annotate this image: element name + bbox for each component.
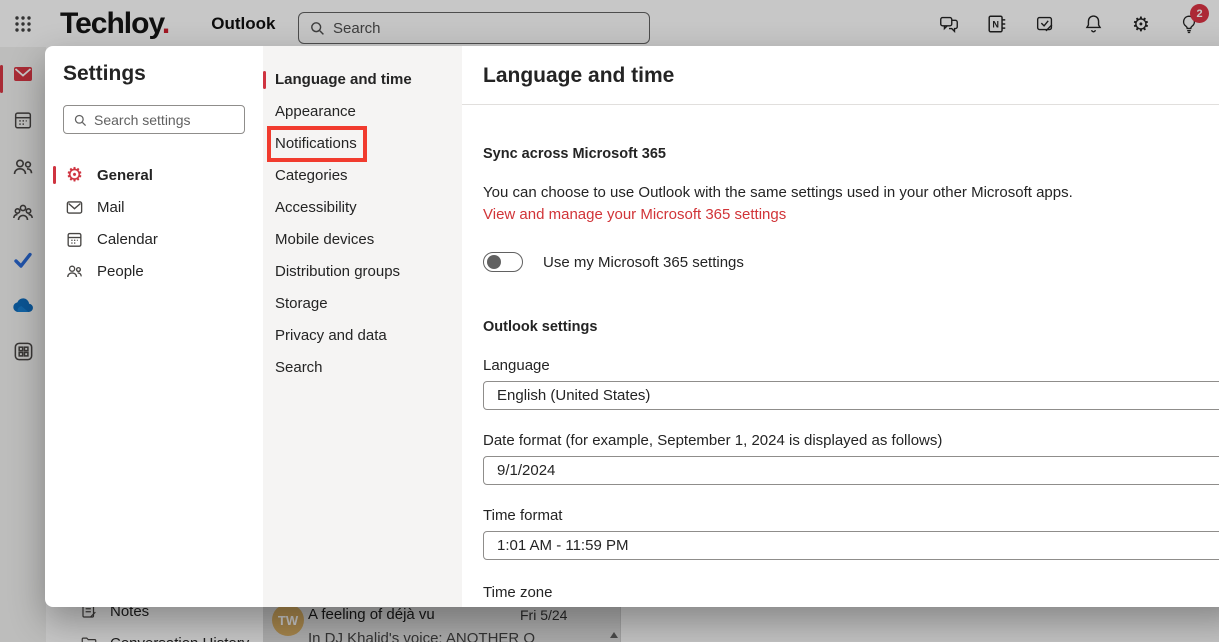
settings-nav-column: Settings ⚙ General <box>45 46 263 607</box>
settings-category-column: Language and time Appearance Notificatio… <box>263 46 462 607</box>
category-label: Categories <box>275 167 348 184</box>
sync-section-title: Sync across Microsoft 365 <box>483 146 666 162</box>
date-format-select[interactable]: 9/1/2024 <box>483 456 1219 485</box>
category-label: Storage <box>275 295 328 312</box>
category-label: Notifications <box>275 135 357 152</box>
sync-toggle-row: Use my Microsoft 365 settings <box>483 252 1219 272</box>
manage-365-settings-link[interactable]: View and manage your Microsoft 365 setti… <box>483 206 786 223</box>
calendar-icon <box>65 230 84 249</box>
tab-privacy-and-data[interactable]: Privacy and data <box>263 320 462 352</box>
tab-categories[interactable]: Categories <box>263 160 462 192</box>
tab-accessibility[interactable]: Accessibility <box>263 192 462 224</box>
mail-icon <box>65 198 84 217</box>
toggle-label: Use my Microsoft 365 settings <box>543 253 744 271</box>
category-label: Privacy and data <box>275 327 387 344</box>
gear-icon: ⚙ <box>65 163 84 186</box>
heading-divider <box>462 104 1219 105</box>
time-format-label: Time format <box>483 507 563 524</box>
time-zone-label: Time zone <box>483 584 553 601</box>
sidebar-item-calendar[interactable]: Calendar <box>45 223 263 255</box>
page-title: Language and time <box>483 64 675 87</box>
tab-mobile-devices[interactable]: Mobile devices <box>263 224 462 256</box>
settings-search-input[interactable] <box>94 111 235 128</box>
nav-label: Mail <box>97 198 125 216</box>
category-label: Appearance <box>275 103 356 120</box>
sidebar-item-mail[interactable]: Mail <box>45 191 263 223</box>
settings-content: Language and time Sync across Microsoft … <box>462 46 1219 607</box>
tab-notifications[interactable]: Notifications <box>263 126 462 162</box>
category-label: Accessibility <box>275 199 357 216</box>
outlook-settings-title: Outlook settings <box>483 319 598 335</box>
sidebar-item-general[interactable]: ⚙ General <box>45 159 263 191</box>
date-format-label: Date format (for example, September 1, 2… <box>483 432 943 449</box>
tab-appearance[interactable]: Appearance <box>263 96 462 128</box>
time-format-select[interactable]: 1:01 AM - 11:59 PM <box>483 531 1219 560</box>
sync-description: You can choose to use Outlook with the s… <box>483 184 1073 201</box>
selected-accent-bar <box>53 166 56 184</box>
selected-accent-bar <box>263 71 266 89</box>
use-365-settings-toggle[interactable] <box>483 252 523 272</box>
category-label: Distribution groups <box>275 263 401 280</box>
nav-label: Calendar <box>97 230 158 248</box>
settings-dialog: Settings ⚙ General <box>45 46 1219 607</box>
language-label: Language <box>483 357 550 374</box>
settings-title: Settings <box>63 62 146 85</box>
sidebar-item-people[interactable]: People <box>45 255 263 287</box>
tab-language-and-time[interactable]: Language and time <box>263 64 462 96</box>
nav-label: General <box>97 166 153 184</box>
category-label: Search <box>275 359 323 376</box>
category-label: Language and time <box>275 71 412 88</box>
settings-search-box[interactable] <box>63 105 245 134</box>
category-label: Mobile devices <box>275 231 375 248</box>
tab-distribution-groups[interactable]: Distribution groups <box>263 256 462 288</box>
people-icon <box>65 262 84 281</box>
tab-storage[interactable]: Storage <box>263 288 462 320</box>
tab-search[interactable]: Search <box>263 352 462 384</box>
nav-label: People <box>97 262 144 280</box>
toggle-knob <box>487 255 501 269</box>
settings-nav-list: ⚙ General Mail Calendar People <box>45 159 263 287</box>
language-select[interactable]: English (United States) <box>483 381 1219 410</box>
search-icon <box>73 113 87 127</box>
